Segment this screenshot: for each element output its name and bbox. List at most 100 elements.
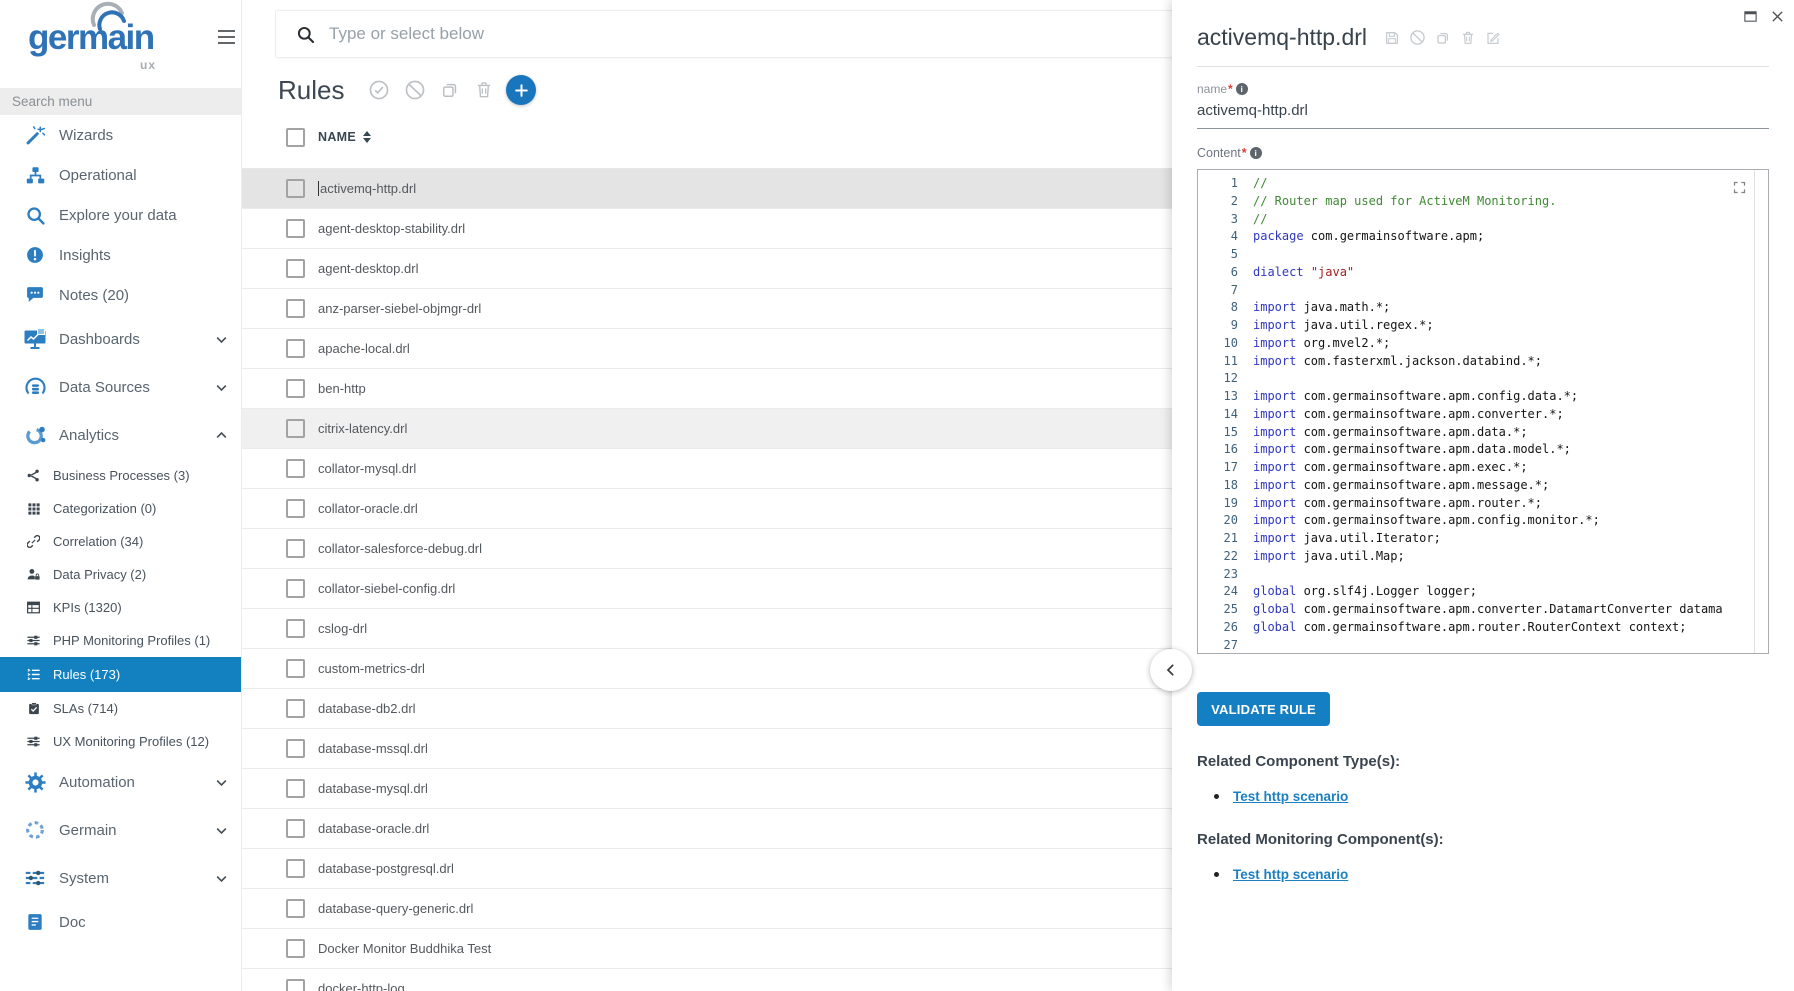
row-checkbox[interactable] xyxy=(286,899,305,918)
row-checkbox[interactable] xyxy=(286,859,305,878)
fullscreen-icon[interactable] xyxy=(1732,180,1747,195)
name-field[interactable]: activemq-http.drl xyxy=(1197,96,1769,129)
row-checkbox[interactable] xyxy=(286,579,305,598)
row-checkbox[interactable] xyxy=(286,699,305,718)
brand-name: germain xyxy=(28,18,154,58)
search-icon xyxy=(296,25,315,44)
rule-name: agent-desktop.drl xyxy=(318,261,418,276)
copy-rule-button[interactable] xyxy=(440,80,460,100)
close-icon[interactable] xyxy=(1770,9,1785,24)
row-checkbox[interactable] xyxy=(286,739,305,758)
add-rule-button[interactable] xyxy=(506,75,536,105)
wand-icon xyxy=(22,125,48,146)
code-lines: 1//2// Router map used for ActiveM Monit… xyxy=(1198,175,1768,654)
sidebar-item-correlation[interactable]: Correlation (34) xyxy=(0,525,241,558)
analytics-icon xyxy=(22,424,48,447)
maximize-icon[interactable] xyxy=(1743,9,1758,24)
sidebar-item-explore[interactable]: Explore your data xyxy=(0,195,241,235)
sidebar-item-kpis[interactable]: KPIs (1320) xyxy=(0,591,241,624)
link-icon xyxy=(25,535,42,548)
row-checkbox[interactable] xyxy=(286,979,305,991)
row-checkbox[interactable] xyxy=(286,259,305,278)
row-checkbox[interactable] xyxy=(286,299,305,318)
hamburger-menu-icon[interactable] xyxy=(218,30,235,48)
sidebar-item-business-processes[interactable]: Business Processes (3) xyxy=(0,459,241,492)
code-editor[interactable]: 1//2// Router map used for ActiveM Monit… xyxy=(1197,169,1769,654)
alert-circle-icon xyxy=(22,245,48,265)
row-checkbox[interactable] xyxy=(286,179,305,198)
chevron-down-icon xyxy=(215,776,228,789)
copy-icon[interactable] xyxy=(1435,30,1451,46)
editor-scrollbar[interactable] xyxy=(1754,170,1755,653)
sidebar-search-input[interactable]: Search menu xyxy=(0,88,241,115)
sitemap-icon xyxy=(22,165,48,186)
row-checkbox[interactable] xyxy=(286,339,305,358)
chevron-down-icon xyxy=(215,381,228,394)
sidebar-item-data-privacy[interactable]: Data Privacy (2) xyxy=(0,558,241,591)
sidebar: germain ux Search menu Wizards xyxy=(0,0,242,991)
sidebar-item-label: Analytics xyxy=(59,427,119,444)
info-icon: i xyxy=(1250,147,1262,159)
sidebar-item-label: Automation xyxy=(59,774,135,791)
row-checkbox[interactable] xyxy=(286,619,305,638)
sidebar-item-data-sources[interactable]: Data Sources xyxy=(0,363,241,411)
edit-icon[interactable] xyxy=(1485,30,1501,46)
sidebar-item-label: Data Sources xyxy=(59,379,150,396)
sort-icon[interactable] xyxy=(363,131,371,143)
sidebar-item-categorization[interactable]: Categorization (0) xyxy=(0,492,241,525)
sidebar-item-analytics[interactable]: Analytics xyxy=(0,411,241,459)
user-lock-icon xyxy=(25,568,42,581)
row-checkbox[interactable] xyxy=(286,419,305,438)
row-checkbox[interactable] xyxy=(286,939,305,958)
row-checkbox[interactable] xyxy=(286,779,305,798)
sidebar-item-notes[interactable]: Notes (20) xyxy=(0,275,241,315)
save-icon[interactable] xyxy=(1384,30,1400,46)
sidebar-item-wizards[interactable]: Wizards xyxy=(0,115,241,155)
sidebar-item-system[interactable]: System xyxy=(0,854,241,902)
sidebar-search-placeholder: Search menu xyxy=(12,94,92,109)
row-checkbox[interactable] xyxy=(286,379,305,398)
app-window: germain ux Search menu Wizards xyxy=(0,0,1794,991)
brand-suffix: ux xyxy=(140,58,156,72)
sidebar-item-rules[interactable]: Rules (173) xyxy=(0,657,241,692)
sidebar-item-doc[interactable]: Doc xyxy=(0,902,241,942)
sidebar-item-dashboards[interactable]: Dashboards xyxy=(0,315,241,363)
rule-name: docker-http-log xyxy=(318,981,405,991)
delete-rule-button[interactable] xyxy=(474,80,494,100)
disable-icon[interactable] xyxy=(1409,29,1426,46)
rule-name: apache-local.drl xyxy=(318,341,410,356)
sidebar-item-label: Doc xyxy=(59,914,86,931)
collapse-panel-button[interactable] xyxy=(1150,649,1192,691)
chevron-down-icon xyxy=(215,333,228,346)
row-checkbox[interactable] xyxy=(286,219,305,238)
rule-name: agent-desktop-stability.drl xyxy=(318,221,465,236)
name-column-header[interactable]: NAME xyxy=(318,130,356,144)
text-caret xyxy=(318,181,319,196)
activate-rule-button[interactable] xyxy=(368,79,390,101)
sidebar-item-automation[interactable]: Automation xyxy=(0,758,241,806)
sidebar-item-germain[interactable]: Germain xyxy=(0,806,241,854)
sidebar-item-insights[interactable]: Insights xyxy=(0,235,241,275)
sidebar-item-ux-monitoring-profiles[interactable]: UX Monitoring Profiles (12) xyxy=(0,725,241,758)
row-checkbox[interactable] xyxy=(286,539,305,558)
disable-rule-button[interactable] xyxy=(404,79,426,101)
row-checkbox[interactable] xyxy=(286,459,305,478)
filter-search-input[interactable]: Type or select below xyxy=(275,10,1177,58)
sidebar-item-operational[interactable]: Operational xyxy=(0,155,241,195)
row-checkbox[interactable] xyxy=(286,499,305,518)
sidebar-item-label: System xyxy=(59,870,109,887)
related-component-type-link[interactable]: Test http scenario xyxy=(1233,789,1348,804)
bullet-icon xyxy=(1214,794,1219,799)
sidebar-item-php-monitoring-profiles[interactable]: PHP Monitoring Profiles (1) xyxy=(0,624,241,657)
validate-rule-button[interactable]: VALIDATE RULE xyxy=(1197,692,1330,726)
row-checkbox[interactable] xyxy=(286,819,305,838)
rule-name: collator-mysql.drl xyxy=(318,461,416,476)
row-checkbox[interactable] xyxy=(286,659,305,678)
select-all-checkbox[interactable] xyxy=(286,128,305,147)
sidebar-item-label: Wizards xyxy=(59,127,113,144)
related-monitoring-link[interactable]: Test http scenario xyxy=(1233,867,1348,882)
chat-bubble-icon xyxy=(22,285,48,305)
divider xyxy=(1197,66,1769,67)
sidebar-item-slas[interactable]: SLAs (714) xyxy=(0,692,241,725)
delete-icon[interactable] xyxy=(1460,30,1476,46)
